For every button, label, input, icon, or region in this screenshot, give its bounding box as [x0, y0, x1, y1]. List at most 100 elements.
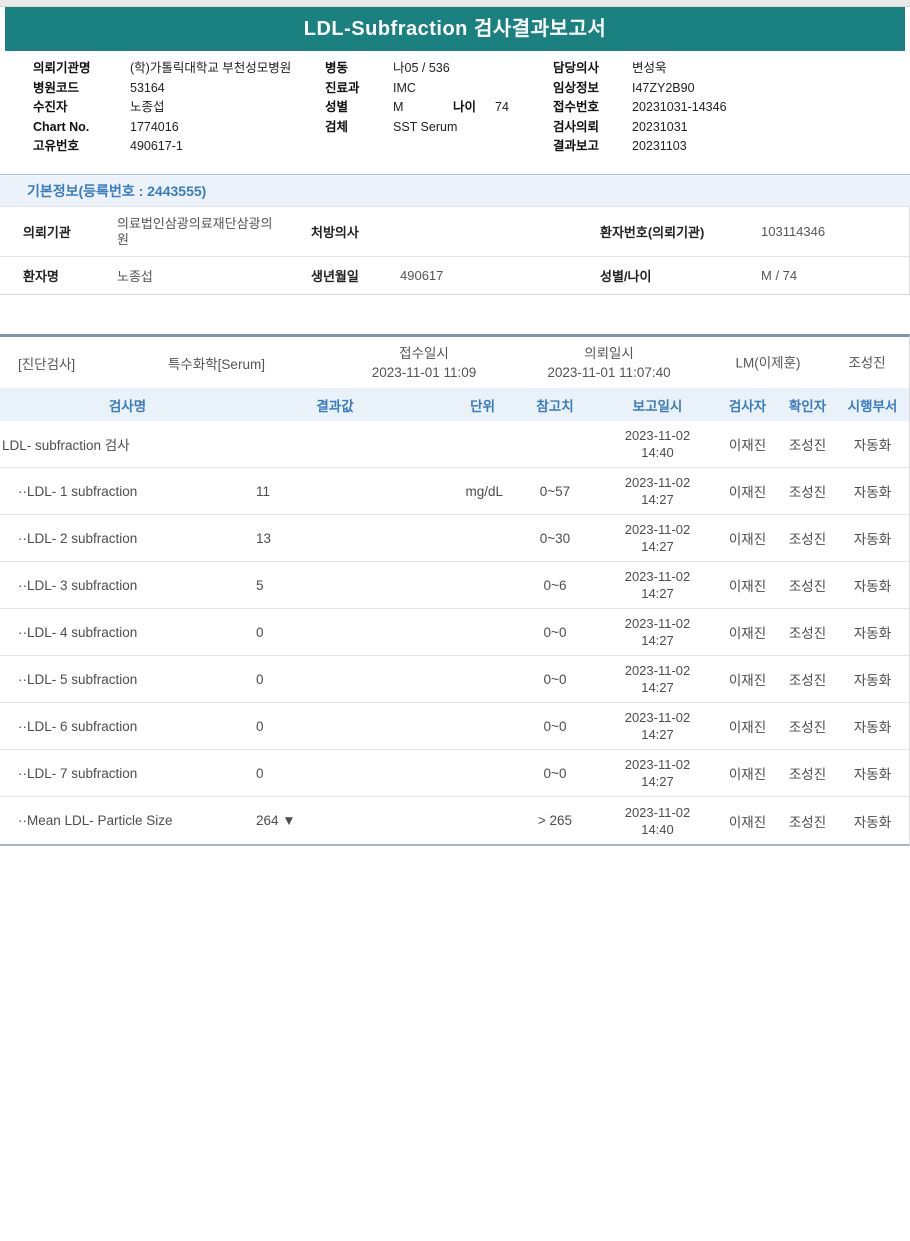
column-header-unit: 단위: [415, 395, 510, 415]
result-cell: 264 ▼: [255, 813, 415, 828]
confirmer-cell: 조성진: [780, 481, 835, 501]
field-value: 74: [495, 100, 509, 114]
field-value: 1774016: [130, 120, 179, 134]
result-cell: 5: [255, 578, 415, 593]
table-row: ··LDL- 4 subfraction 0 0~0 2023-11-02 14…: [0, 609, 909, 656]
report-date: 2023-11-02: [600, 474, 715, 491]
result-cell: 13: [255, 531, 415, 546]
patient-header: 의뢰기관명(학)가톨릭대학교 부천성모병원 병원코드53164 수진자노종섭 C…: [0, 51, 910, 174]
report-datetime-cell: 2023-11-02 14:27: [600, 709, 715, 743]
report-time: 14:27: [600, 585, 715, 602]
table-row: ··LDL- 3 subfraction 5 0~6 2023-11-02 14…: [0, 562, 909, 609]
field-value: SST Serum: [393, 120, 457, 134]
report-time: 14:27: [600, 726, 715, 743]
column-header-confirmer: 확인자: [780, 395, 835, 415]
order-panel: 특수화학[Serum]: [168, 353, 265, 373]
field-label: 처방의사: [311, 222, 400, 241]
field-row: 수진자노종섭: [33, 98, 291, 118]
basic-info-table: 의뢰기관 의료법인삼광의료재단삼광의원 처방의사 환자번호(의뢰기관) 1031…: [0, 207, 910, 295]
results-table: 검사명 결과값 단위 참고치 보고일시 검사자 확인자 시행부서 LDL- su…: [0, 388, 910, 846]
field-label: 수진자: [33, 98, 130, 118]
confirmer-cell: 조성진: [780, 763, 835, 783]
tester-cell: 이재진: [715, 811, 780, 831]
field-value: 20231031: [632, 120, 688, 134]
report-title: LDL-Subfraction 검사결과보고서: [5, 7, 905, 51]
report-date: 2023-11-02: [600, 804, 715, 821]
field-label: 성별/나이: [600, 266, 761, 285]
field-label: 임상정보: [553, 79, 632, 99]
top-strip: [0, 0, 910, 7]
reference-range-cell: 0~57: [510, 484, 600, 499]
table-row: 환자명 노종섭 생년월일 490617 성별/나이 M / 74: [0, 257, 909, 295]
field-value: 490617-1: [130, 139, 183, 153]
result-cell: 0: [255, 625, 415, 640]
field-value: (학)가톨릭대학교 부천성모병원: [130, 61, 291, 75]
field-row: 의뢰기관명(학)가톨릭대학교 부천성모병원: [33, 59, 291, 79]
field-value: 20231103: [632, 139, 687, 153]
field-label: 결과보고: [553, 137, 632, 157]
department-cell: 자동화: [835, 763, 910, 783]
request-value: 2023-11-01 11:07:40: [547, 363, 670, 382]
tester-cell: 이재진: [715, 716, 780, 736]
request-label: 의뢰일시: [547, 344, 670, 363]
report-datetime-cell: 2023-11-02 14:27: [600, 568, 715, 602]
field-row: 검체SST Serum: [325, 118, 509, 138]
patient-header-col3: 담당의사변성욱 임상정보I47ZY2B90 접수번호20231031-14346…: [553, 59, 727, 157]
table-row: ··LDL- 6 subfraction 0 0~0 2023-11-02 14…: [0, 703, 909, 750]
field-value: 변성욱: [632, 61, 667, 75]
department-cell: 자동화: [835, 669, 910, 689]
field-label: 환자번호(의뢰기관): [600, 222, 761, 241]
report-date: 2023-11-02: [600, 521, 715, 538]
field-row: Chart No.1774016: [33, 118, 291, 138]
field-row: 고유번호490617-1: [33, 137, 291, 157]
report-time: 14:40: [600, 821, 715, 838]
column-header-report: 보고일시: [600, 395, 715, 415]
table-row: LDL- subfraction 검사 2023-11-02 14:40 이재진…: [0, 421, 909, 468]
table-row: ··Mean LDL- Particle Size 264 ▼ > 265 20…: [0, 797, 909, 844]
tester-cell: 이재진: [715, 481, 780, 501]
reference-range-cell: > 265: [510, 813, 600, 828]
report-time: 14:27: [600, 632, 715, 649]
field-label: 고유번호: [33, 137, 130, 157]
confirmer-cell: 조성진: [780, 528, 835, 548]
field-label: 검사의뢰: [553, 118, 632, 138]
result-cell: 0: [255, 672, 415, 687]
department-cell: 자동화: [835, 716, 910, 736]
results-table-header: 검사명 결과값 단위 참고치 보고일시 검사자 확인자 시행부서: [0, 388, 909, 421]
tester-cell: 이재진: [715, 622, 780, 642]
field-label: 병원코드: [33, 79, 130, 99]
field-value: M / 74: [761, 268, 909, 283]
field-label: 담당의사: [553, 59, 632, 79]
report-date: 2023-11-02: [600, 709, 715, 726]
report-time: 14:40: [600, 444, 715, 461]
tester-cell: 이재진: [715, 528, 780, 548]
test-name-cell: ··LDL- 5 subfraction: [0, 672, 255, 687]
report-time: 14:27: [600, 679, 715, 696]
department-cell: 자동화: [835, 528, 910, 548]
table-row: 의뢰기관 의료법인삼광의료재단삼광의원 처방의사 환자번호(의뢰기관) 1031…: [0, 207, 909, 257]
field-label: 진료과: [325, 79, 393, 99]
field-row: 결과보고20231103: [553, 137, 727, 157]
receipt-label: 접수일시: [372, 344, 477, 363]
field-row: 진료과IMC: [325, 79, 509, 99]
result-cell: 0: [255, 766, 415, 781]
receipt-value: 2023-11-01 11:09: [372, 363, 477, 382]
test-name-cell: ··LDL- 6 subfraction: [0, 719, 255, 734]
field-value: 490617: [400, 268, 600, 283]
patient-header-col2: 병동나05 / 536 진료과IMC 성별M나이74 검체SST Serum: [325, 59, 509, 137]
report-datetime-cell: 2023-11-02 14:27: [600, 615, 715, 649]
report-date: 2023-11-02: [600, 427, 715, 444]
field-row: 성별M나이74: [325, 98, 509, 118]
test-name-cell: ··LDL- 1 subfraction: [0, 484, 255, 499]
confirmer-cell: 조성진: [780, 811, 835, 831]
tester-cell: 이재진: [715, 669, 780, 689]
table-row: ··LDL- 1 subfraction 11 mg/dL 0~57 2023-…: [0, 468, 909, 515]
field-label: 접수번호: [553, 98, 632, 118]
tester-cell: 이재진: [715, 763, 780, 783]
table-row: ··LDL- 5 subfraction 0 0~0 2023-11-02 14…: [0, 656, 909, 703]
test-name-cell: ··LDL- 4 subfraction: [0, 625, 255, 640]
report-datetime-cell: 2023-11-02 14:27: [600, 662, 715, 696]
order-category: [진단검사]: [18, 353, 75, 373]
column-header-tester: 검사자: [715, 395, 780, 415]
field-value: 나05 / 536: [393, 61, 450, 75]
